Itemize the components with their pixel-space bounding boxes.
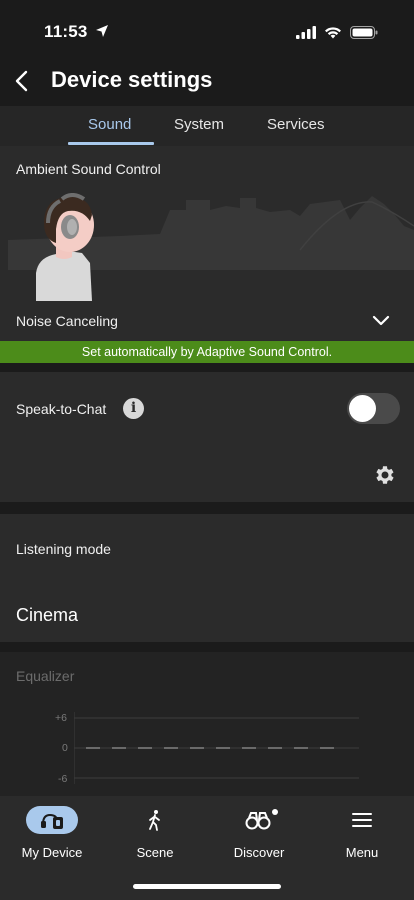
listening-mode-value: Cinema — [16, 605, 79, 625]
nav-active-pill — [26, 806, 78, 834]
speak-to-chat-label: Speak-to-Chat — [16, 401, 107, 417]
walking-person-icon — [149, 810, 160, 831]
active-tab-indicator — [68, 142, 154, 145]
adaptive-sound-banner: Set automatically by Adaptive Sound Cont… — [0, 341, 414, 363]
page-title: Device settings — [51, 67, 213, 92]
tab-system[interactable]: System — [174, 116, 224, 133]
binoculars-icon — [245, 809, 278, 830]
wifi-icon — [325, 27, 341, 39]
listening-mode-label: Listening mode — [16, 541, 111, 557]
chevron-down-icon — [372, 315, 390, 326]
speak-to-chat-toggle[interactable] — [347, 393, 400, 424]
chevron-left-icon — [15, 70, 28, 92]
user-with-headphones-illustration — [36, 193, 94, 301]
eq-tick-zero: 0 — [62, 742, 68, 754]
nav-discover[interactable]: Discover — [207, 806, 311, 860]
equalizer-label: Equalizer — [16, 668, 75, 684]
nav-discover-label: Discover — [233, 845, 285, 860]
hamburger-menu-icon — [352, 813, 372, 827]
tab-sound[interactable]: Sound — [88, 116, 131, 133]
eq-tick-plus6: +6 — [55, 712, 67, 724]
my-device-icon — [41, 813, 63, 829]
home-indicator[interactable] — [133, 884, 281, 889]
nav-scene[interactable]: Scene — [103, 806, 207, 860]
location-arrow-icon — [96, 25, 109, 37]
status-time: 11:53 — [44, 22, 109, 42]
eq-tick-minus6: -6 — [58, 773, 68, 785]
equalizer-graph — [74, 712, 359, 784]
back-button[interactable] — [8, 66, 38, 96]
toggle-knob — [349, 395, 376, 422]
status-time-text: 11:53 — [44, 22, 88, 41]
cellular-signal-icon — [296, 26, 316, 39]
speak-to-chat-settings-button[interactable] — [373, 463, 397, 492]
tab-services[interactable]: Services — [267, 116, 325, 133]
speak-to-chat-card — [0, 372, 414, 502]
expand-ambient-button[interactable] — [370, 310, 392, 337]
nav-my-device[interactable]: My Device — [0, 806, 104, 860]
gear-icon — [376, 466, 394, 484]
nav-scene-label: Scene — [136, 845, 174, 860]
nav-menu[interactable]: Menu — [310, 806, 414, 860]
ambient-sound-title: Ambient Sound Control — [16, 161, 161, 177]
nav-menu-label: Menu — [345, 845, 379, 860]
ambient-mode-label: Noise Canceling — [16, 313, 118, 329]
status-icons — [296, 26, 378, 39]
battery-icon — [350, 26, 378, 39]
nav-my-device-label: My Device — [21, 845, 83, 860]
info-icon[interactable]: i — [123, 398, 144, 419]
